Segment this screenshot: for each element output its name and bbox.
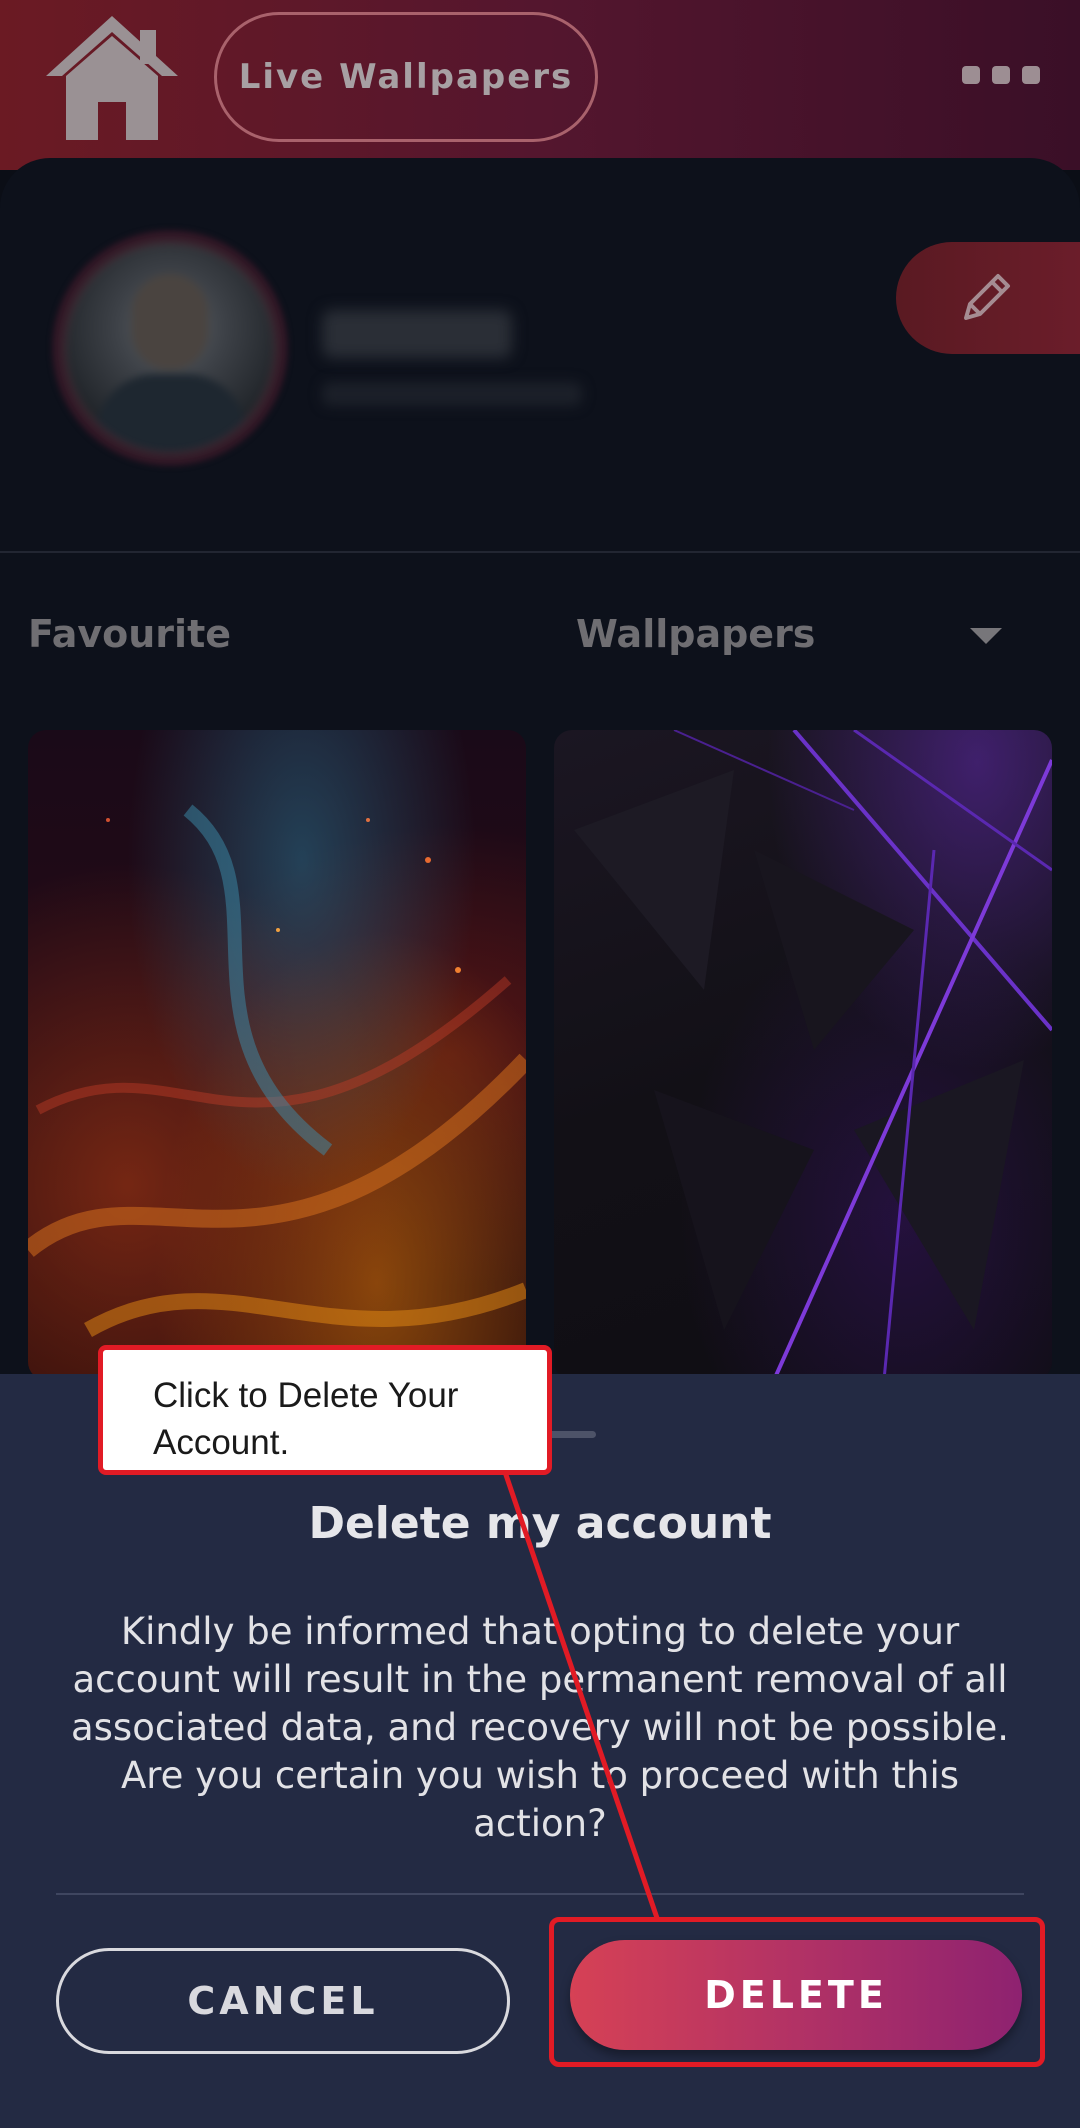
annotation-arrow (502, 1471, 660, 1919)
annotation-callout: Click to Delete Your Account. (98, 1345, 552, 1475)
annotation-highlight-box (549, 1917, 1045, 2067)
